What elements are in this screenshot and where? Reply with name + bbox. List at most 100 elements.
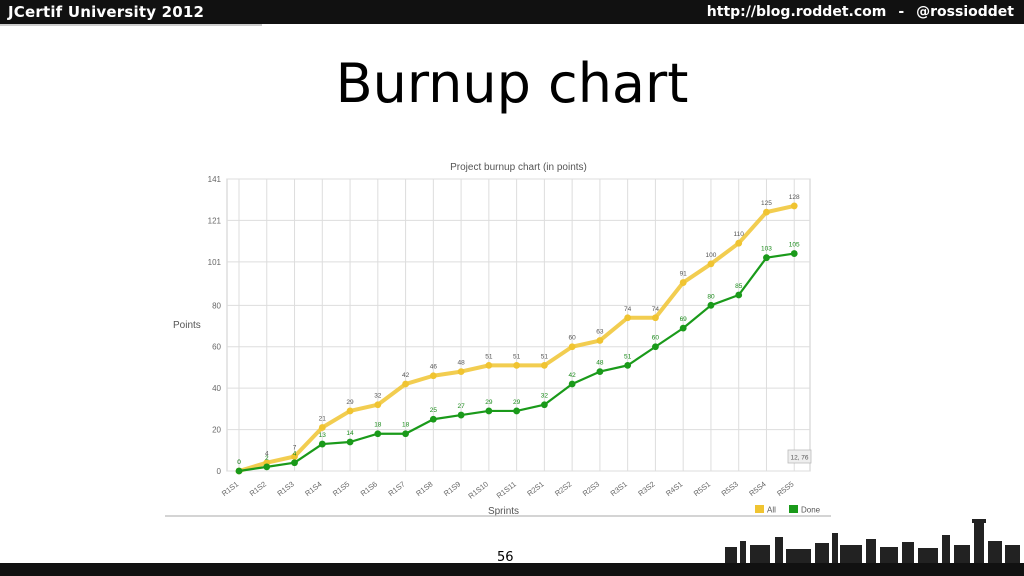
x-tick-label: R1S6 <box>359 479 379 498</box>
x-tick-label: R5S1 <box>692 479 712 498</box>
data-label-all: 29 <box>346 399 354 406</box>
blog-url-link[interactable]: http://blog.roddet.com <box>707 4 887 20</box>
data-label-done: 14 <box>346 430 354 437</box>
twitter-handle-link[interactable]: @rossioddet <box>916 4 1014 20</box>
y-tick-label: 0 <box>217 467 222 476</box>
data-label-all: 46 <box>430 364 438 371</box>
data-point-done <box>235 467 243 475</box>
data-point-all <box>763 208 770 216</box>
data-label-done: 60 <box>652 335 660 342</box>
data-point-done <box>624 361 632 369</box>
x-tick-label: R1S7 <box>386 479 406 498</box>
data-point-all <box>707 260 715 268</box>
data-label-all: 74 <box>652 306 660 313</box>
data-point-all <box>540 361 548 369</box>
x-tick-label: R1S8 <box>414 479 434 498</box>
data-point-all <box>457 368 465 375</box>
data-label-all: 32 <box>374 393 382 400</box>
x-tick-label: R4S1 <box>664 479 684 498</box>
data-label-all: 100 <box>706 252 717 259</box>
data-label-done: 29 <box>485 399 493 406</box>
x-tick-label: R1S9 <box>442 479 462 498</box>
data-point-done <box>485 407 493 415</box>
header-bar: JCertif University 2012 http://blog.rodd… <box>0 0 1024 24</box>
data-point-done <box>457 411 465 419</box>
data-label-done: 18 <box>374 422 382 429</box>
data-label-done: 69 <box>680 316 688 323</box>
data-label-all: 60 <box>569 335 577 342</box>
data-point-done <box>763 254 770 262</box>
data-label-all: 128 <box>789 194 800 201</box>
data-label-done: 25 <box>430 407 438 414</box>
x-tick-label: R1S10 <box>466 479 490 500</box>
data-label-all: 125 <box>761 200 772 207</box>
data-point-all <box>374 401 382 409</box>
y-tick-label: 141 <box>208 175 222 184</box>
x-tick-label: R2S1 <box>525 479 545 498</box>
legend-swatch-done <box>789 505 798 513</box>
data-point-done <box>263 463 271 471</box>
data-label-done: 18 <box>402 422 410 429</box>
data-point-done <box>679 324 687 332</box>
data-point-all <box>346 407 354 415</box>
data-point-done <box>429 415 437 423</box>
data-point-all <box>596 337 604 344</box>
y-tick-label: 60 <box>212 343 221 352</box>
data-label-all: 91 <box>680 271 688 278</box>
data-point-all <box>790 202 798 210</box>
data-point-done <box>374 430 382 438</box>
data-label-done: 4 <box>293 451 297 458</box>
data-point-all <box>735 239 743 247</box>
data-point-done <box>318 440 326 448</box>
x-tick-label: R1S4 <box>303 479 323 498</box>
data-label-done: 103 <box>761 246 772 253</box>
data-label-done: 0 <box>237 459 241 466</box>
data-point-all <box>624 314 632 322</box>
data-label-all: 51 <box>485 353 493 360</box>
data-label-done: 32 <box>541 393 549 400</box>
data-point-done <box>513 407 521 415</box>
x-tick-label: R2S2 <box>553 479 573 498</box>
plot-area <box>226 178 811 472</box>
x-tick-label: R5S3 <box>720 479 740 498</box>
data-label-done: 105 <box>789 242 800 249</box>
data-point-done <box>540 401 548 409</box>
x-tick-label: R1S11 <box>495 479 518 500</box>
data-point-all <box>513 361 521 369</box>
data-point-all <box>485 361 493 369</box>
data-point-all <box>402 380 409 388</box>
data-point-done <box>568 380 576 388</box>
legend-label-done: Done <box>801 506 821 515</box>
event-name: JCertif University 2012 <box>8 3 205 21</box>
data-label-done: 42 <box>569 372 577 379</box>
legend-swatch-all <box>755 505 764 513</box>
data-point-done <box>790 250 798 257</box>
data-label-done: 51 <box>624 353 632 360</box>
data-label-done: 85 <box>735 283 743 290</box>
x-tick-label: R3S2 <box>636 479 656 498</box>
x-tick-label: R3S1 <box>609 479 629 498</box>
y-axis-label: Points <box>173 320 201 331</box>
data-label-done: 29 <box>513 399 521 406</box>
chart-title: Project burnup chart (in points) <box>450 162 587 173</box>
x-tick-label: R5S4 <box>747 479 767 498</box>
data-point-all <box>568 343 576 351</box>
data-label-done: 13 <box>319 432 327 439</box>
data-label-done: 80 <box>707 293 715 300</box>
x-tick-label: R1S2 <box>248 479 268 498</box>
header-separator: - <box>898 4 905 20</box>
x-tick-label: R1S5 <box>331 479 351 498</box>
data-label-all: 48 <box>457 360 465 367</box>
data-point-done <box>735 291 743 299</box>
chart-svg: 020406080101121141R1S1 R1S2 R1S3 R1S4 R1S5 R1… <box>165 162 831 517</box>
y-tick-label: 101 <box>208 258 222 267</box>
x-tick-label: R1S3 <box>275 479 295 498</box>
city-skyline-image <box>725 519 1020 565</box>
data-point-done <box>402 430 409 438</box>
data-point-done <box>291 459 298 467</box>
data-label-done: 48 <box>596 360 604 367</box>
data-label-all: 21 <box>319 416 327 423</box>
header-underline <box>0 24 262 26</box>
data-point-all <box>318 424 326 431</box>
data-point-done <box>346 438 354 446</box>
